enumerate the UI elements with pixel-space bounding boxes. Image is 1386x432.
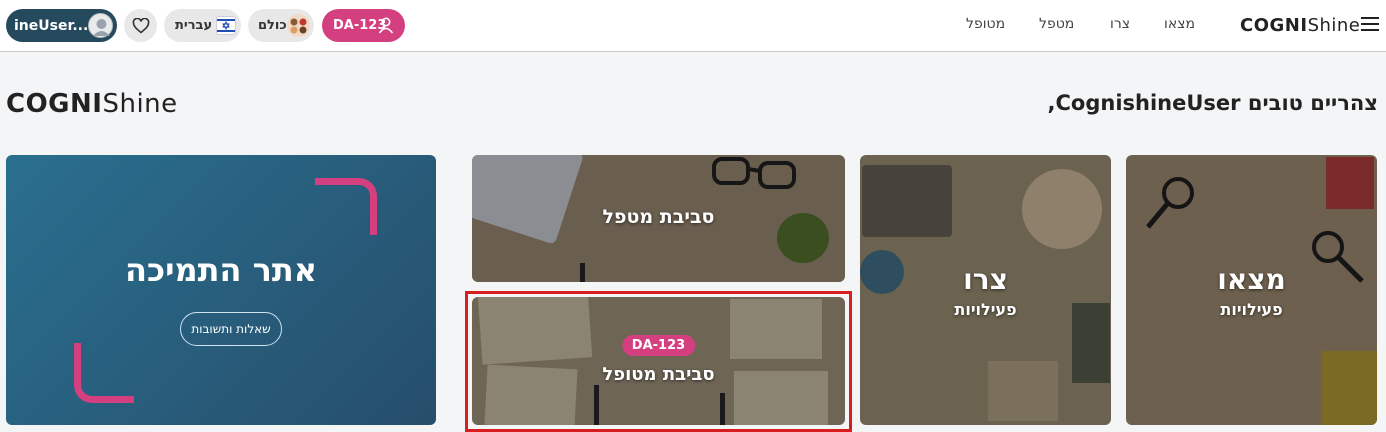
magnifier-icon bbox=[1146, 177, 1194, 229]
hamburger-menu-icon[interactable] bbox=[1361, 17, 1379, 32]
nav-link-find[interactable]: מצאו bbox=[1164, 16, 1195, 32]
pie-chart-paper-image bbox=[730, 299, 822, 359]
support-site-card[interactable]: אתר התמיכה שאלות ותשובות bbox=[6, 155, 436, 425]
nav-link-patient[interactable]: מטופל bbox=[966, 16, 1005, 32]
language-selector[interactable]: עברית bbox=[164, 9, 241, 42]
laptop-image bbox=[472, 155, 584, 245]
patient-code-button[interactable]: DA-123 bbox=[322, 9, 405, 42]
paint-palette-image bbox=[1022, 169, 1102, 249]
favorites-button[interactable] bbox=[124, 9, 157, 42]
create-activities-tile[interactable]: צרו פעילויות bbox=[860, 155, 1111, 425]
faq-button[interactable]: שאלות ותשובות bbox=[180, 312, 282, 346]
group-avatar-icon bbox=[287, 14, 310, 37]
avatar bbox=[88, 13, 113, 38]
nav-link-therapist[interactable]: מטפל bbox=[1039, 16, 1074, 32]
patient-code-badge: DA-123 bbox=[621, 335, 696, 356]
corner-decoration bbox=[74, 343, 134, 403]
nav-link-create[interactable]: צרו bbox=[1110, 16, 1130, 32]
glasses-icon bbox=[712, 157, 796, 189]
header-logo[interactable]: COGNIShine bbox=[1240, 15, 1360, 36]
top-bar: ineUser... עברית כולם DA-123 מטופל מטפל … bbox=[0, 0, 1386, 52]
israel-flag-icon bbox=[216, 16, 236, 35]
find-activities-tile[interactable]: מצאו פעילויות bbox=[1126, 155, 1377, 425]
person-icon bbox=[378, 17, 394, 34]
pen-image bbox=[720, 393, 725, 425]
corner-decoration bbox=[315, 178, 377, 235]
tile-title: סביבת מטופל bbox=[602, 364, 715, 385]
paint-tubes-image bbox=[988, 361, 1058, 421]
heart-icon bbox=[132, 17, 149, 34]
patient-environment-tile[interactable]: DA-123 סביבת מטופל bbox=[472, 297, 845, 425]
pen-image bbox=[580, 263, 585, 282]
language-label: עברית bbox=[175, 18, 213, 33]
tile-title: צרו bbox=[963, 263, 1008, 296]
main-logo: COGNIShine bbox=[6, 89, 178, 119]
therapist-environment-tile[interactable]: סביבת מטפל bbox=[472, 155, 845, 282]
user-name: ineUser... bbox=[14, 17, 89, 34]
user-menu-button[interactable]: ineUser... bbox=[6, 9, 117, 42]
tile-subtitle: פעילויות bbox=[1220, 300, 1283, 319]
tile-title: סביבת מטפל bbox=[602, 206, 715, 228]
patient-filter-button[interactable]: כולם bbox=[248, 9, 314, 42]
all-label: כולם bbox=[258, 18, 287, 33]
book-image bbox=[1322, 351, 1377, 425]
greeting-title: צהריים טובים CognishineUser, bbox=[1047, 91, 1378, 115]
tile-subtitle: פעילויות bbox=[954, 300, 1017, 319]
pen-image bbox=[594, 385, 599, 425]
book-image bbox=[1326, 157, 1374, 209]
tile-title: מצאו bbox=[1217, 263, 1286, 296]
support-title: אתר התמיכה bbox=[124, 251, 318, 289]
paint-palette-image bbox=[862, 165, 952, 237]
chart-paper-image bbox=[477, 297, 593, 365]
